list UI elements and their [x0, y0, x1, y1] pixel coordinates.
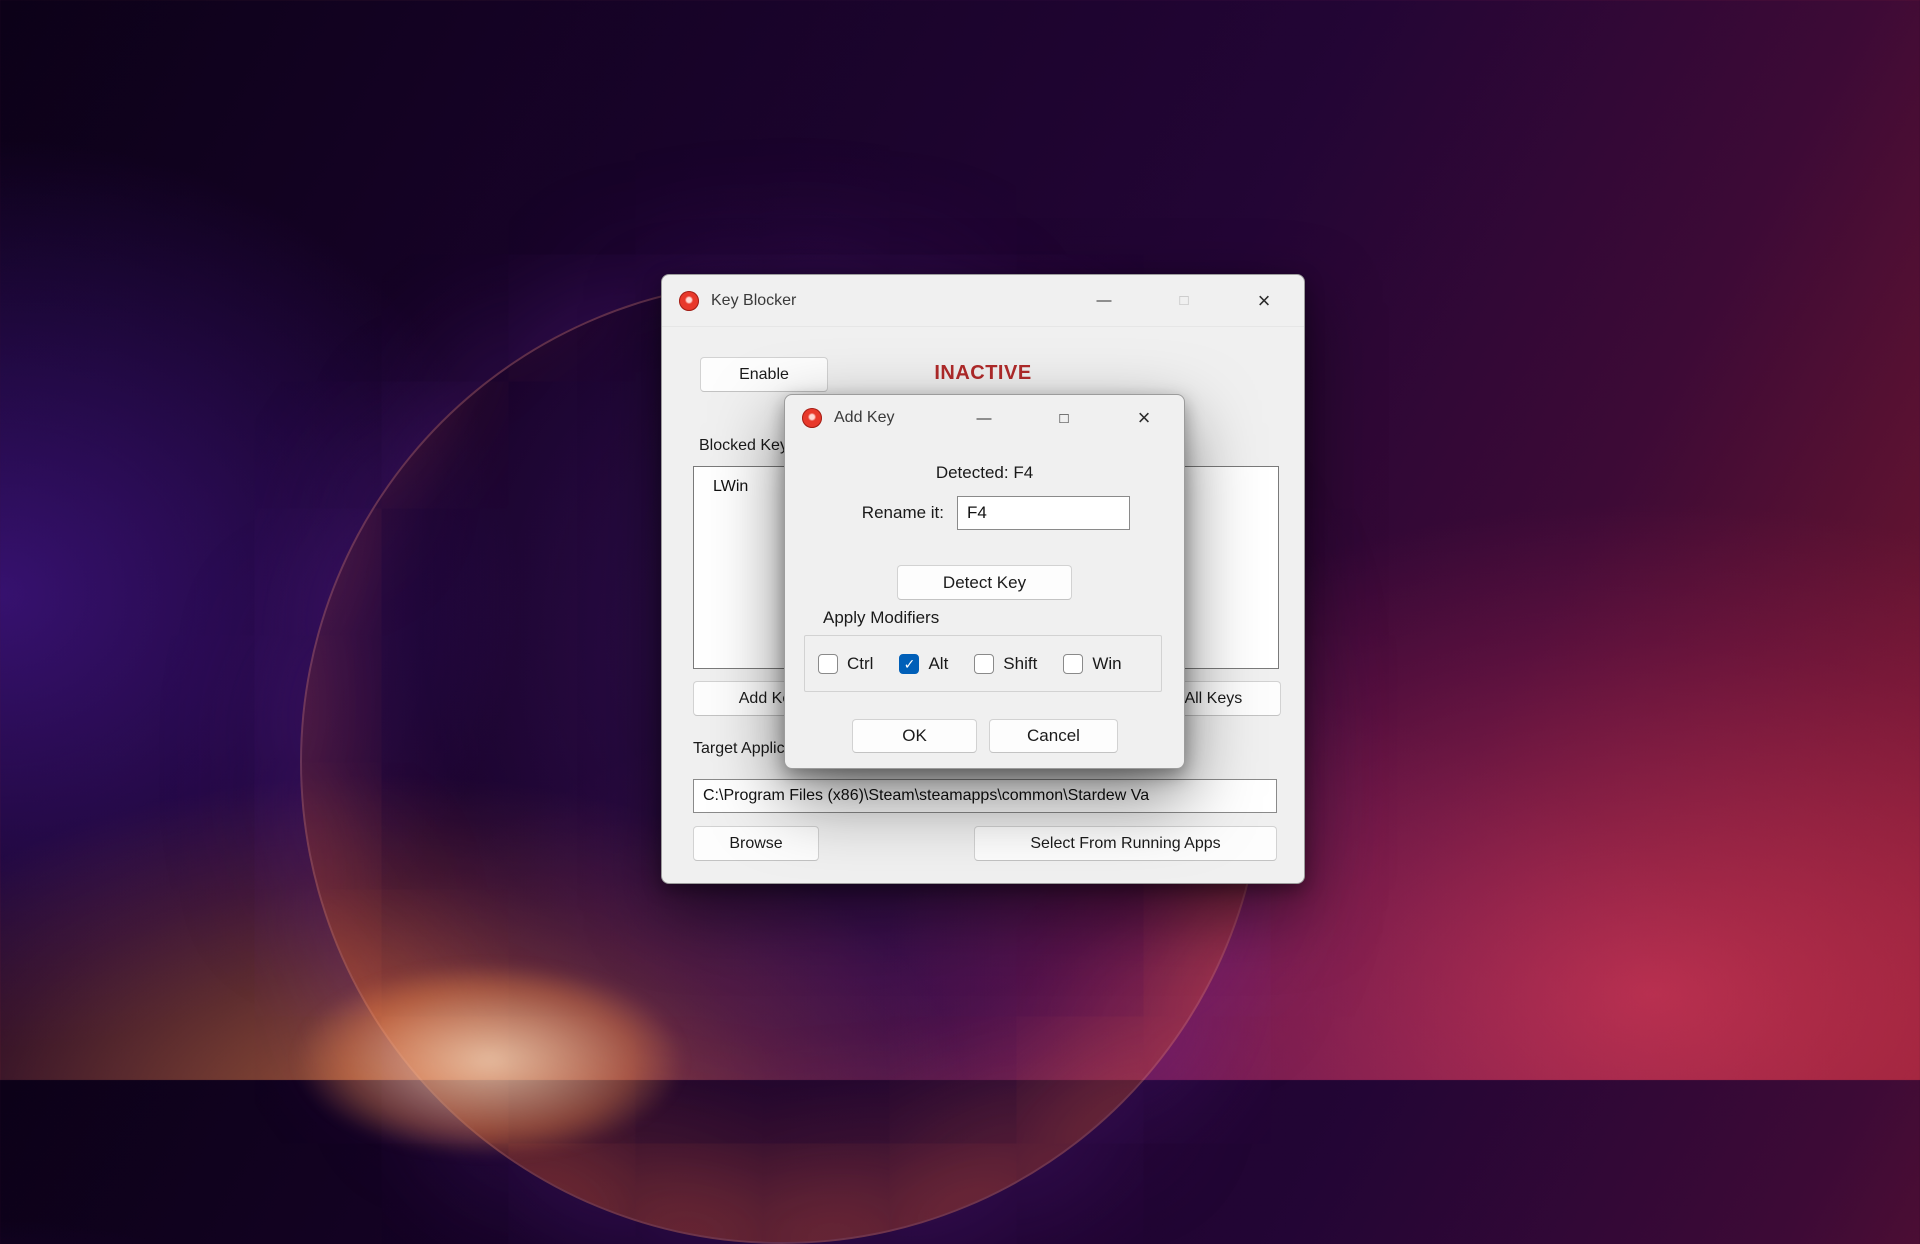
key-blocker-window-title: Key Blocker — [711, 292, 796, 310]
add-key-dialog: Add Key — □ × Detected: F4 Rename it: De… — [784, 394, 1185, 769]
wallpaper-glow — [230, 930, 750, 1190]
shift-checkbox[interactable]: Shift — [974, 654, 1037, 674]
alt-checkbox-label: Alt — [928, 654, 948, 674]
rename-input[interactable] — [957, 496, 1130, 530]
blocked-keys-label: Blocked Keys — [699, 437, 796, 455]
shift-checkbox-box[interactable] — [974, 654, 994, 674]
close-icon[interactable]: × — [1104, 395, 1184, 441]
select-from-running-apps-button[interactable]: Select From Running Apps — [974, 826, 1277, 861]
close-icon[interactable]: × — [1224, 275, 1304, 326]
status-text: INACTIVE — [934, 362, 1031, 385]
cancel-button[interactable]: Cancel — [989, 719, 1118, 753]
win-checkbox[interactable]: Win — [1063, 654, 1121, 674]
apply-modifiers-label: Apply Modifiers — [823, 608, 939, 628]
minimize-icon[interactable]: — — [944, 395, 1024, 441]
dialog-caption-buttons: — □ × — [944, 395, 1184, 441]
minimize-icon[interactable]: — — [1064, 275, 1144, 326]
win-checkbox-label: Win — [1092, 654, 1121, 674]
ok-button[interactable]: OK — [852, 719, 977, 753]
alt-checkbox[interactable]: Alt — [899, 654, 948, 674]
key-blocker-app-icon — [679, 291, 699, 311]
apply-modifiers-groupbox: Ctrl Alt Shift Win — [804, 635, 1162, 692]
ctrl-checkbox[interactable]: Ctrl — [818, 654, 873, 674]
shift-checkbox-label: Shift — [1003, 654, 1037, 674]
add-key-titlebar[interactable]: Add Key — □ × — [785, 395, 1184, 441]
rename-label: Rename it: — [842, 496, 944, 530]
detected-key-text: Detected: F4 — [785, 463, 1184, 483]
win-checkbox-box[interactable] — [1063, 654, 1083, 674]
add-key-app-icon — [802, 408, 822, 428]
ctrl-checkbox-label: Ctrl — [847, 654, 873, 674]
target-application-path-field[interactable] — [693, 779, 1277, 813]
detect-key-button[interactable]: Detect Key — [897, 565, 1072, 600]
browse-button[interactable]: Browse — [693, 826, 819, 861]
ctrl-checkbox-box[interactable] — [818, 654, 838, 674]
key-blocker-titlebar[interactable]: Key Blocker — □ × — [662, 275, 1304, 327]
caption-buttons: — □ × — [1064, 275, 1304, 326]
enable-button[interactable]: Enable — [700, 357, 828, 392]
maximize-icon[interactable]: □ — [1144, 275, 1224, 326]
maximize-icon[interactable]: □ — [1024, 395, 1104, 441]
add-key-dialog-title: Add Key — [834, 409, 894, 427]
alt-checkbox-box[interactable] — [899, 654, 919, 674]
